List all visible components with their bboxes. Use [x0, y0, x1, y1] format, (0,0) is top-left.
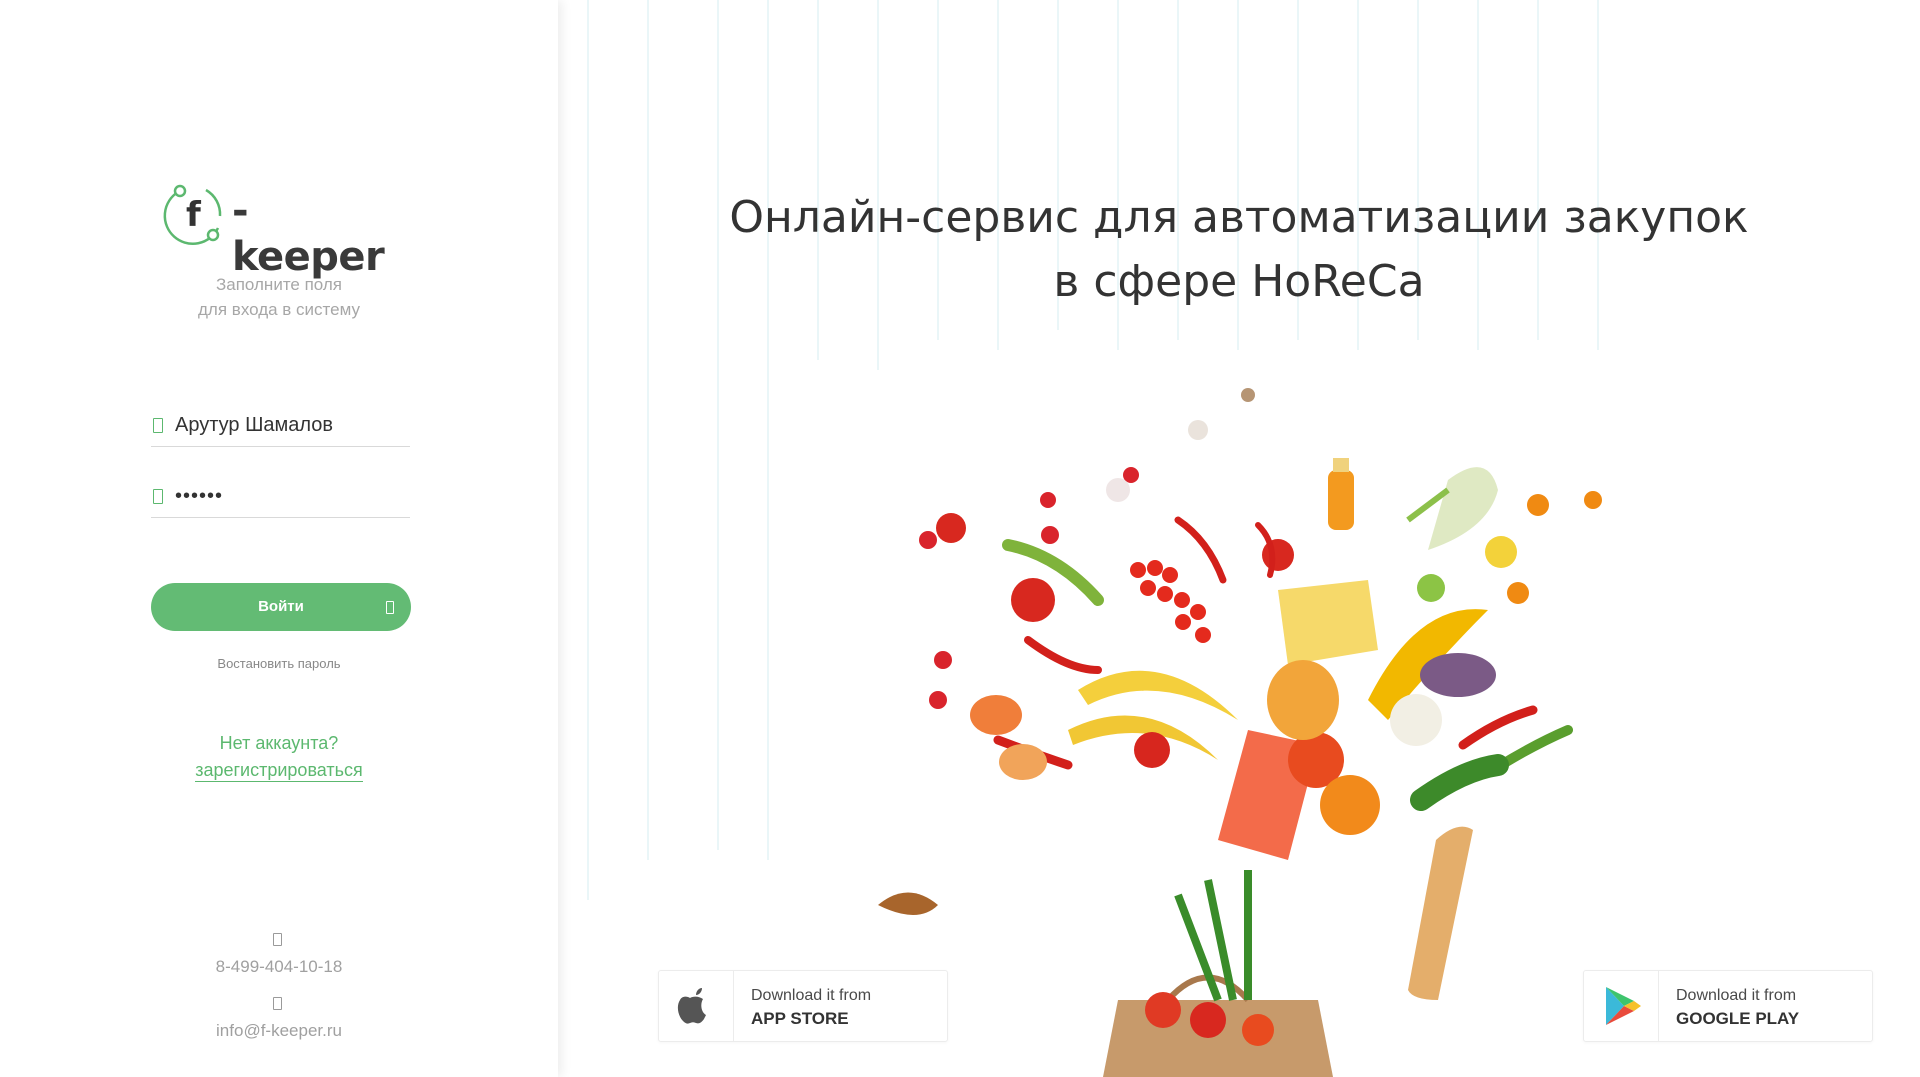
googleplay-small-label: Download it from: [1676, 987, 1797, 1004]
restore-password-link[interactable]: Востановить пароль: [0, 656, 558, 671]
google-play-icon: [1606, 987, 1641, 1025]
appstore-button[interactable]: Download it from APP STORE: [658, 970, 948, 1042]
login-button[interactable]: Войти: [151, 583, 411, 631]
phone-icon: [273, 933, 282, 946]
appstore-big-label: APP STORE: [751, 1009, 849, 1028]
appstore-small-label: Download it from: [751, 987, 872, 1004]
groceries-illustration: [878, 388, 1602, 1077]
register-link[interactable]: зарегистрироваться: [195, 760, 363, 782]
googleplay-big-label: GOOGLE PLAY: [1676, 1009, 1800, 1028]
logo-text: -keeper: [232, 188, 385, 280]
login-panel: f -keeper Заполните поля для входа в сис…: [0, 0, 558, 1077]
logo-letter: f: [186, 195, 202, 235]
no-account-text: Нет аккаунта?: [219, 733, 339, 753]
register-wrap: зарегистрироваться: [0, 760, 558, 782]
email-address[interactable]: info@f-keeper.ru: [0, 1021, 558, 1041]
subtitle-line-2: для входа в систему: [198, 300, 360, 319]
phone-number[interactable]: 8-499-404-10-18: [0, 957, 558, 977]
mail-icon: [273, 997, 282, 1010]
subtitle-line-1: Заполните поля: [216, 275, 342, 294]
appstore-icon-box: [659, 971, 734, 1041]
login-page: f -keeper Заполните поля для входа в сис…: [0, 0, 1920, 1077]
login-button-label: Войти: [258, 598, 304, 615]
apple-icon: [677, 988, 706, 1024]
googleplay-icon-box: [1584, 971, 1659, 1041]
logo: f -keeper: [160, 180, 400, 280]
logo-mark-icon: f: [163, 184, 222, 245]
lock-icon: [153, 489, 163, 504]
hero-section: Онлайн-сервис для автоматизации закупок …: [558, 0, 1920, 1077]
username-input[interactable]: [175, 410, 405, 440]
username-field: [151, 403, 410, 447]
googleplay-button[interactable]: Download it from GOOGLE PLAY: [1583, 970, 1873, 1042]
sign-in-icon: [386, 601, 394, 614]
login-subtitle: Заполните поля для входа в систему: [0, 272, 558, 322]
password-input[interactable]: [175, 481, 405, 511]
password-field: [151, 474, 410, 518]
user-icon: [153, 418, 163, 433]
